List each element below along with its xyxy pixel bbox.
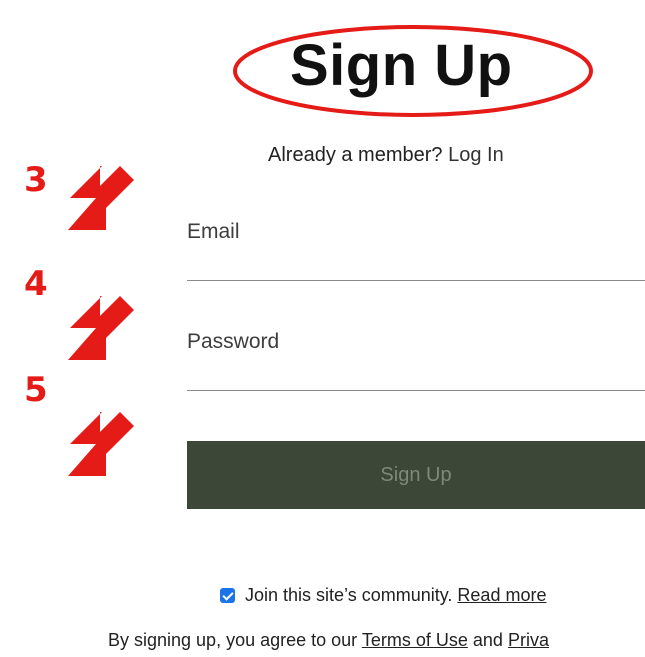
password-field[interactable]: Password xyxy=(187,310,645,391)
already-member-line: Already a member? Log In xyxy=(268,143,504,167)
legal-notice: By signing up, you agree to our Terms of… xyxy=(108,628,549,652)
legal-prefix: By signing up, you agree to our xyxy=(108,630,358,650)
already-member-prompt: Already a member? xyxy=(268,144,443,166)
red-arrow-icon xyxy=(68,412,134,476)
legal-and: and xyxy=(472,630,503,650)
community-opt-in: Join this site’s community. Read more xyxy=(220,583,546,607)
sign-up-button[interactable]: Sign Up xyxy=(187,441,645,509)
step-number-4: 4 xyxy=(24,264,48,304)
step-number-3: 3 xyxy=(24,160,48,200)
community-checkbox[interactable] xyxy=(220,588,235,603)
login-link[interactable]: Log In xyxy=(448,144,504,166)
email-label: Email xyxy=(187,220,240,243)
terms-of-use-link[interactable]: Terms of Use xyxy=(362,630,468,650)
email-field[interactable]: Email xyxy=(187,200,645,281)
privacy-policy-link[interactable]: Priva xyxy=(508,630,549,650)
red-arrow-icon xyxy=(68,296,134,360)
step-number-5: 5 xyxy=(24,370,48,410)
community-text: Join this site’s community. xyxy=(245,585,453,605)
read-more-link[interactable]: Read more xyxy=(457,585,546,605)
password-label: Password xyxy=(187,330,280,353)
red-arrow-icon xyxy=(68,166,134,230)
page-title: Sign Up xyxy=(290,33,513,98)
